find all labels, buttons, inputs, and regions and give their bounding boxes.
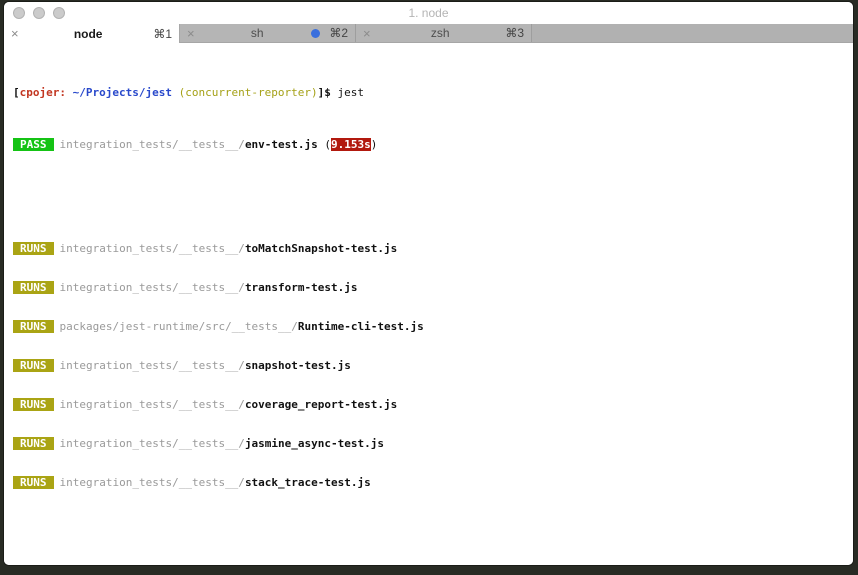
tab-shortcut: ⌘1 <box>153 26 172 41</box>
zoom-button[interactable] <box>53 7 65 19</box>
runs-line: RUNS integration_tests/__tests__/stack_tr… <box>13 476 853 489</box>
title-bar: 1. node <box>4 2 853 24</box>
paren: ( <box>317 138 332 151</box>
pass-badge: PASS <box>13 138 54 151</box>
tab-label: node <box>73 26 103 41</box>
test-dir: integration_tests/__tests__/ <box>59 242 245 255</box>
test-file: Runtime-cli-test.js <box>297 320 424 333</box>
runs-line: RUNS integration_tests/__tests__/jasmine_… <box>13 437 853 450</box>
tab-zsh[interactable]: × zsh ⌘3 <box>356 24 532 42</box>
runs-line: RUNS integration_tests/__tests__/snapshot… <box>13 359 853 372</box>
tab-close-icon[interactable]: × <box>187 26 203 41</box>
traffic-lights <box>13 7 65 19</box>
test-dir: integration_tests/__tests__/ <box>59 398 245 411</box>
prompt-bracket: [ <box>13 86 20 99</box>
terminal-screen[interactable]: [cpojer: ~/Projects/jest (concurrent-rep… <box>4 44 853 565</box>
close-button[interactable] <box>13 7 25 19</box>
tab-node[interactable]: × node ⌘1 <box>4 24 180 43</box>
tab-label: zsh <box>430 26 450 40</box>
tab-sh[interactable]: × sh ⌘2 <box>180 24 356 42</box>
runs-line: RUNS integration_tests/__tests__/transfor… <box>13 281 853 294</box>
tab-close-icon[interactable]: × <box>363 26 379 41</box>
prompt-bracket-close: ]$ <box>317 86 331 99</box>
tab-shortcut: ⌘3 <box>505 26 524 40</box>
runs-badge: RUNS <box>13 476 54 489</box>
runs-line: RUNS integration_tests/__tests__/coverage… <box>13 398 853 411</box>
test-dir: integration_tests/__tests__/ <box>59 476 245 489</box>
test-dir: integration_tests/__tests__/ <box>59 281 245 294</box>
test-file: coverage_report-test.js <box>244 398 398 411</box>
test-dir: integration_tests/__tests__/ <box>59 437 245 450</box>
tab-label: sh <box>250 26 264 40</box>
runs-badge: RUNS <box>13 242 54 255</box>
pass-result-line: PASS integration_tests/__tests__/env-test… <box>13 138 853 151</box>
runs-badge: RUNS <box>13 320 54 333</box>
runs-line: RUNS integration_tests/__tests__/toMatchS… <box>13 242 853 255</box>
prompt-user: cpojer: <box>19 86 66 99</box>
runs-line: RUNS packages/jest-runtime/src/__tests__/… <box>13 320 853 333</box>
minimize-button[interactable] <box>33 7 45 19</box>
prompt-path: ~/Projects/jest <box>65 86 179 99</box>
tab-activity-dot-icon <box>311 28 321 38</box>
prompt-command: jest <box>330 86 365 99</box>
window-title: 1. node <box>408 6 449 20</box>
test-file: transform-test.js <box>244 281 358 294</box>
tab-shortcut: ⌘2 <box>329 26 348 40</box>
terminal-window: 1. node × node ⌘1 × sh ⌘2 × zsh ⌘3 [cpoj… <box>4 2 853 565</box>
test-file: env-test.js <box>244 138 318 151</box>
test-file: snapshot-test.js <box>244 359 351 372</box>
paren: ) <box>370 138 378 151</box>
prompt-branch: (concurrent-reporter) <box>178 86 318 99</box>
tab-bar: × node ⌘1 × sh ⌘2 × zsh ⌘3 <box>4 24 853 43</box>
test-file: jasmine_async-test.js <box>244 437 385 450</box>
prompt-line: [cpojer: ~/Projects/jest (concurrent-rep… <box>13 86 853 99</box>
runs-badge: RUNS <box>13 437 54 450</box>
test-file: stack_trace-test.js <box>244 476 371 489</box>
test-dir: integration_tests/__tests__/ <box>59 138 245 151</box>
runs-badge: RUNS <box>13 398 54 411</box>
tab-close-icon[interactable]: × <box>11 26 27 41</box>
runs-badge: RUNS <box>13 281 54 294</box>
test-dir: integration_tests/__tests__/ <box>59 359 245 372</box>
test-dir: packages/jest-runtime/src/__tests__/ <box>59 320 298 333</box>
runs-badge: RUNS <box>13 359 54 372</box>
test-time-highlight: 9.153s <box>331 138 371 151</box>
test-file: toMatchSnapshot-test.js <box>244 242 398 255</box>
desktop-background: { "window": { "title": "1. node", "tabs"… <box>0 0 858 575</box>
